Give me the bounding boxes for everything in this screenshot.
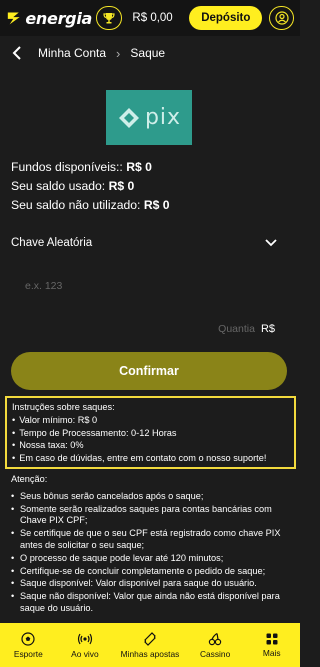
withdraw-instructions: Instruções sobre saques: Valor mínimo: R…: [5, 396, 296, 469]
nav-label: Ao vivo: [71, 648, 99, 659]
funds-available-row: Fundos disponíveis:: R$ 0: [11, 158, 170, 177]
attention-notes: Atenção: Seus bônus serão cancelados apó…: [11, 474, 289, 616]
brand-logo[interactable]: energia: [6, 9, 92, 28]
key-type-select[interactable]: Chave Aleatória: [11, 232, 277, 254]
breadcrumb: Minha Conta › Saque: [0, 36, 300, 70]
breadcrumb-parent[interactable]: Minha Conta: [38, 46, 106, 60]
pix-logo-text: pix: [144, 105, 182, 130]
nav-label: Mais: [262, 647, 281, 658]
attention-item: Seus bônus serão cancelados após o saque…: [11, 491, 289, 503]
amount-field[interactable]: Quantia R$: [11, 318, 277, 340]
attention-item: Saque disponível: Valor disponível para …: [11, 578, 289, 590]
balance-display: R$ 0,00: [132, 12, 173, 24]
confirm-button[interactable]: Confirmar: [11, 352, 287, 390]
funds-unused-label: Seu saldo não utilizado:: [11, 198, 141, 212]
promotions-button[interactable]: [96, 6, 123, 30]
profile-button[interactable]: [269, 6, 294, 30]
chevron-down-icon: [265, 239, 277, 247]
funds-used-row: Seu saldo usado: R$ 0: [11, 177, 170, 196]
funds-unused-row: Seu saldo não utilizado: R$ 0: [11, 196, 170, 215]
instruction-item: Nossa taxa: 0%: [12, 439, 289, 452]
pix-logo: pix: [106, 90, 192, 145]
nav-item-minhas-apostas[interactable]: Minhas apostas: [113, 623, 187, 667]
grid-icon: [266, 633, 278, 644]
chevron-left-icon: [12, 46, 21, 60]
funds-available-value: R$ 0: [126, 160, 152, 174]
nav-label: Esporte: [13, 648, 43, 659]
amount-label: Quantia: [218, 323, 255, 335]
user-icon: [275, 11, 289, 25]
nav-label: Cassino: [199, 648, 231, 659]
nav-item-esporte[interactable]: Esporte: [0, 623, 57, 667]
ticket-icon: [144, 631, 156, 646]
top-header: energia R$ 0,00 Depósito: [0, 0, 300, 36]
instruction-item: Valor mínimo: R$ 0: [12, 414, 289, 427]
key-type-value: Chave Aleatória: [11, 237, 93, 249]
instruction-item: Em caso de dúvidas, entre em contato com…: [12, 452, 289, 465]
bottom-nav: Esporte Ao vivo Minhas apostas Cassino M…: [0, 623, 300, 667]
instruction-item: Tempo de Processamento: 0-12 Horas: [12, 427, 289, 440]
soccer-ball-icon: [21, 631, 35, 646]
funds-used-label: Seu saldo usado:: [11, 179, 106, 193]
chevron-right-icon: ›: [116, 45, 121, 61]
pix-diamond-icon: [118, 107, 139, 128]
cherries-icon: [208, 632, 222, 645]
back-button[interactable]: [8, 44, 26, 62]
nav-item-ao-vivo[interactable]: Ao vivo: [57, 623, 114, 667]
amount-currency: R$: [260, 323, 275, 335]
trophy-icon: [103, 13, 115, 24]
brand-name: energia: [25, 8, 92, 28]
pix-key-input[interactable]: [11, 272, 277, 300]
attention-item: Saque não disponível: Valor que ainda nã…: [11, 591, 289, 615]
deposit-button[interactable]: Depósito: [189, 6, 263, 30]
nav-item-mais[interactable]: Mais: [243, 623, 300, 667]
funds-summary: Fundos disponíveis:: R$ 0 Seu saldo usad…: [11, 158, 170, 215]
live-broadcast-icon: [77, 633, 93, 644]
nav-item-cassino[interactable]: Cassino: [187, 623, 244, 667]
funds-used-value: R$ 0: [108, 179, 135, 193]
lightning-icon: [7, 12, 20, 25]
nav-label: Minhas apostas: [120, 648, 180, 659]
attention-title: Atenção:: [11, 474, 48, 484]
attention-item: Somente serão realizados saques para con…: [11, 504, 289, 528]
breadcrumb-current: Saque: [130, 46, 166, 60]
attention-item: O processo de saque pode levar até 120 m…: [11, 553, 289, 565]
funds-unused-value: R$ 0: [143, 198, 170, 212]
instructions-title: Instruções sobre saques:: [12, 402, 115, 412]
funds-available-label: Fundos disponíveis::: [11, 160, 123, 174]
attention-item: Se certifique de que o seu CPF está regi…: [11, 528, 289, 552]
attention-item: Certifique-se de concluir completamente …: [11, 566, 289, 578]
